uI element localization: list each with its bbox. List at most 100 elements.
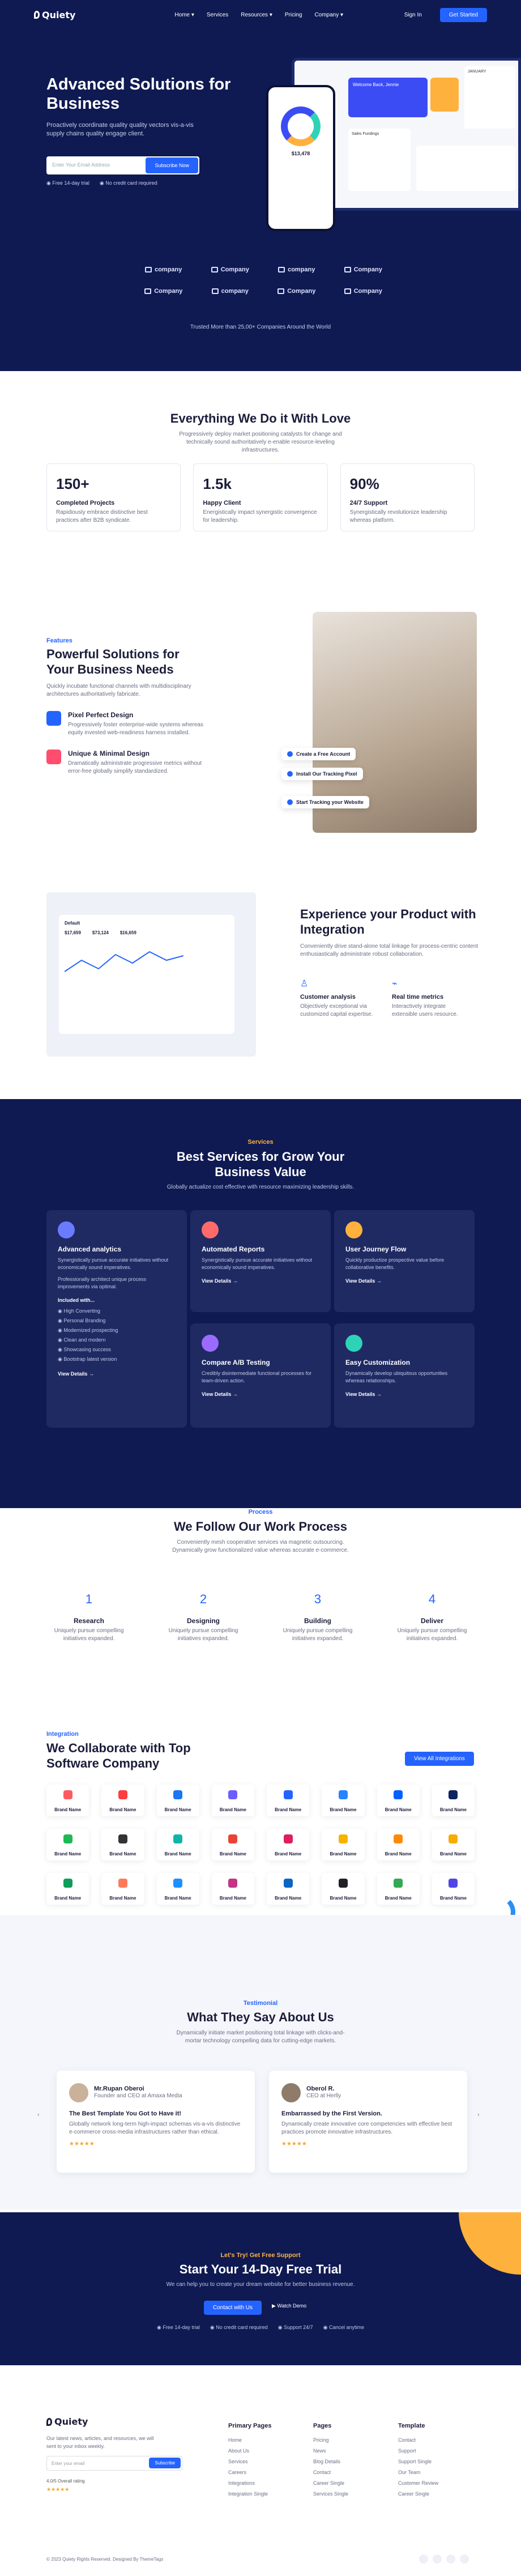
footer-link[interactable]: Support: [398, 2446, 438, 2456]
brand-logo: company: [130, 266, 197, 273]
footer-link[interactable]: About Us: [228, 2446, 271, 2456]
integration-tile[interactable]: Brand Name: [322, 1829, 365, 1860]
cta-section: Let's Try! Get Free Support Start Your 1…: [0, 2212, 521, 2365]
brand-logo: Company: [130, 288, 197, 295]
integration-tile[interactable]: Brand Name: [101, 1873, 144, 1905]
brand-logo: company: [263, 266, 330, 273]
testimonial-subtitle: Dynamically initiate market positioning …: [176, 2030, 345, 2044]
avatar: [69, 2083, 88, 2102]
prev-arrow-icon[interactable]: ‹: [37, 2111, 40, 2118]
integration-tile[interactable]: Brand Name: [377, 1785, 420, 1816]
solutions-block: Features Powerful Solutions for Your Bus…: [46, 637, 205, 776]
bar-chart-widget: [416, 146, 515, 191]
stat-card: 150+ Completed Projects Rapidiously embrac…: [46, 463, 181, 531]
services-kicker: Services: [247, 1139, 274, 1146]
footer-link[interactable]: Integrations: [228, 2478, 271, 2489]
next-arrow-icon[interactable]: ›: [477, 2111, 480, 2118]
view-details-link[interactable]: View Details →: [58, 1371, 176, 1377]
nav-resources[interactable]: Resources ▾: [241, 12, 272, 18]
contact-button[interactable]: Contact with Us: [204, 2301, 262, 2315]
integration-tile[interactable]: Brand Name: [46, 1829, 89, 1860]
watch-demo-link[interactable]: ▶ Watch Demo: [272, 2303, 306, 2309]
footer-link[interactable]: Our Team: [398, 2467, 438, 2478]
nav-home[interactable]: Home ▾: [174, 12, 194, 18]
integration-tile[interactable]: Brand Name: [211, 1829, 254, 1860]
process-title: We Follow Our Work Process: [173, 1519, 348, 1534]
integration-tile[interactable]: Brand Name: [322, 1785, 365, 1816]
social-icons: [419, 2554, 469, 2564]
integration-tile[interactable]: Brand Name: [432, 1873, 475, 1905]
trusted-text: Trusted More than 25,00+ Companies Aroun…: [190, 324, 331, 330]
facebook-icon[interactable]: [419, 2554, 428, 2564]
footer-link[interactable]: Integration Single: [228, 2489, 271, 2500]
nav-pricing[interactable]: Pricing: [285, 12, 302, 18]
footer-link[interactable]: Contact: [398, 2435, 438, 2446]
integration-tile[interactable]: Brand Name: [156, 1873, 199, 1905]
nav-services[interactable]: Services: [207, 12, 228, 18]
integration-tile[interactable]: Brand Name: [432, 1785, 475, 1816]
service-card: Automated Reports Synergistically pursue …: [190, 1210, 331, 1312]
footer-link[interactable]: Career Single: [398, 2489, 438, 2500]
integration-tile[interactable]: Brand Name: [46, 1785, 89, 1816]
footer-link[interactable]: Contact: [313, 2467, 348, 2478]
mock-values: $17,659 $73,124 $16,659: [65, 930, 136, 935]
footer-col: Template Contact Support Support Single Our…: [398, 2421, 438, 2500]
services-title: Best Services for Grow Your Business Val…: [176, 1149, 345, 1179]
pixel-icon: [46, 711, 61, 726]
integration-tile[interactable]: Brand Name: [156, 1829, 199, 1860]
footer-col: Primary Pages Home About Us Services Career…: [228, 2421, 271, 2500]
footer-logo[interactable]: Quiety: [46, 2416, 88, 2427]
footer-col: Pages Pricing News Blog Details Contact Care…: [313, 2421, 348, 2500]
integration-tile[interactable]: Brand Name: [377, 1829, 420, 1860]
integration-tile[interactable]: Brand Name: [377, 1873, 420, 1905]
footer-link[interactable]: Customer Review: [398, 2478, 438, 2489]
ab-test-icon: [202, 1335, 219, 1352]
footer-link[interactable]: Pricing: [313, 2435, 348, 2446]
integration-tile[interactable]: Brand Name: [432, 1829, 475, 1860]
popup-item: Install Our Tracking Pixel: [281, 768, 363, 780]
footer-link[interactable]: Support Single: [398, 2456, 438, 2467]
footer-email-input[interactable]: Enter your email: [52, 2461, 84, 2466]
customization-icon: [345, 1335, 362, 1352]
view-details-link[interactable]: View Details →: [202, 1278, 319, 1284]
get-started-button[interactable]: Get Started: [439, 7, 487, 22]
footer-link[interactable]: News: [313, 2446, 348, 2456]
solutions-title: Powerful Solutions for Your Business Nee…: [46, 647, 180, 676]
brand-logo: Company: [197, 266, 264, 273]
integration-tile[interactable]: Brand Name: [267, 1829, 310, 1860]
view-details-link[interactable]: View Details →: [345, 1278, 463, 1284]
footer-subscribe-button[interactable]: Subscribe: [149, 2458, 181, 2468]
integration-tile[interactable]: Brand Name: [156, 1785, 199, 1816]
love-subtitle: Progressively deploy market positioning …: [179, 431, 342, 453]
footer-link[interactable]: Services: [228, 2456, 271, 2467]
view-details-link[interactable]: View Details →: [202, 1391, 319, 1397]
stat-tile: [430, 78, 459, 112]
view-details-link[interactable]: View Details →: [345, 1391, 463, 1397]
footer-link[interactable]: Services Single: [313, 2489, 348, 2500]
twitter-icon[interactable]: [433, 2554, 442, 2564]
integration-tile[interactable]: Brand Name: [101, 1829, 144, 1860]
integration-tile[interactable]: Brand Name: [267, 1785, 310, 1816]
integration-tile[interactable]: Brand Name: [101, 1785, 144, 1816]
check-item: ◉ Free 14-day trial: [46, 180, 89, 186]
email-input[interactable]: Enter Your Email Address: [52, 162, 110, 168]
footer-link[interactable]: Blog Details: [313, 2456, 348, 2467]
footer-link[interactable]: Career Single: [313, 2478, 348, 2489]
dribbble-icon[interactable]: [460, 2554, 469, 2564]
footer-link[interactable]: Careers: [228, 2467, 271, 2478]
integration-tile[interactable]: Brand Name: [211, 1785, 254, 1816]
subscribe-button[interactable]: Subscribe Now: [146, 157, 198, 173]
integration-tile[interactable]: Brand Name: [46, 1873, 89, 1905]
integration-tile[interactable]: Brand Name: [267, 1873, 310, 1905]
logo[interactable]: Quiety: [34, 10, 75, 20]
brand-logo: Company: [263, 288, 330, 295]
integration-tile[interactable]: Brand Name: [211, 1873, 254, 1905]
github-icon[interactable]: [446, 2554, 455, 2564]
avatar: [281, 2083, 301, 2102]
sign-in-link[interactable]: Sign In: [404, 12, 422, 18]
stat-card: 90% 24/7 Support Synergistically revolutio…: [340, 463, 475, 531]
nav-company[interactable]: Company ▾: [314, 12, 343, 18]
footer-link[interactable]: Home: [228, 2435, 271, 2446]
view-all-integrations-button[interactable]: View All Integrations: [405, 1752, 474, 1766]
integration-tile[interactable]: Brand Name: [322, 1873, 365, 1905]
